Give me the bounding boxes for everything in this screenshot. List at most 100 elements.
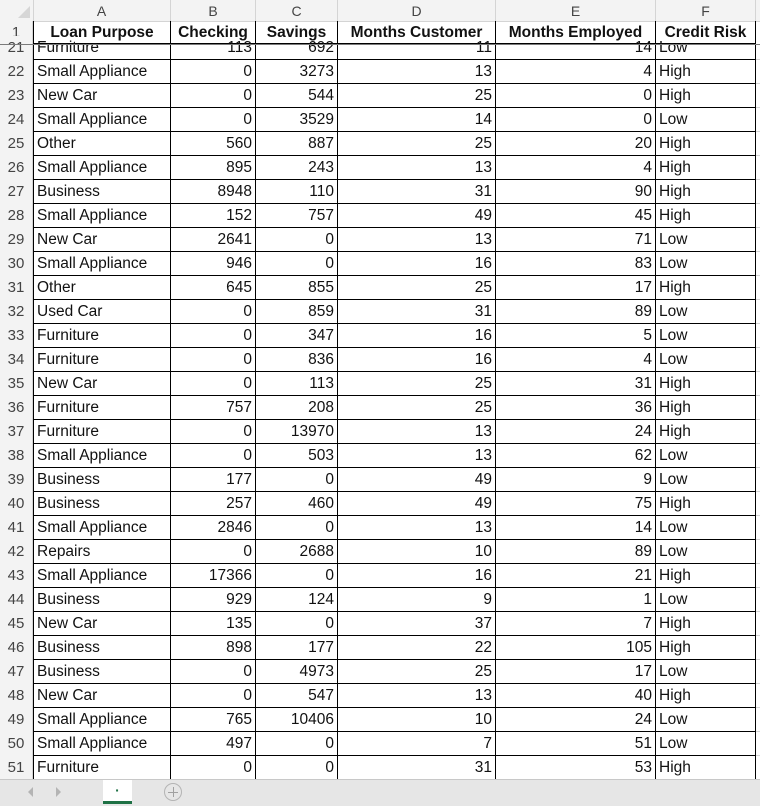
row-header[interactable]: 34 [0,348,33,372]
cell-savings[interactable]: 859 [256,300,338,324]
cell-loan-purpose[interactable]: Business [33,588,171,612]
cell-checking[interactable]: 0 [171,60,256,84]
row-header[interactable]: 21 [0,36,33,60]
cell-savings[interactable]: 757 [256,204,338,228]
cell-months-employed[interactable]: 9 [496,468,656,492]
cell-loan-purpose[interactable]: Business [33,468,171,492]
cell-loan-purpose[interactable]: Business [33,180,171,204]
cell-savings[interactable]: 544 [256,84,338,108]
cell-savings[interactable]: 4973 [256,660,338,684]
row-header[interactable]: 36 [0,396,33,420]
cell-credit-risk[interactable]: Low [656,228,756,252]
cell-months-customer[interactable]: 37 [338,612,496,636]
cell-checking[interactable]: 0 [171,660,256,684]
add-sheet-icon[interactable] [164,783,182,801]
cell-checking[interactable]: 257 [171,492,256,516]
cell-checking[interactable]: 0 [171,84,256,108]
cell-months-employed[interactable]: 31 [496,372,656,396]
cell-credit-risk[interactable]: Low [656,348,756,372]
cell-checking[interactable]: 929 [171,588,256,612]
cell-checking[interactable]: 0 [171,324,256,348]
cell-credit-risk[interactable]: Low [656,468,756,492]
cell-loan-purpose[interactable]: Small Appliance [33,516,171,540]
cell-loan-purpose[interactable]: New Car [33,372,171,396]
cell-months-customer[interactable]: 49 [338,468,496,492]
cell-months-employed[interactable]: 20 [496,132,656,156]
cell-checking[interactable]: 0 [171,756,256,779]
cell-savings[interactable]: 208 [256,396,338,420]
row-header[interactable]: 41 [0,516,33,540]
cell-credit-risk[interactable]: High [656,60,756,84]
previous-sheet-icon[interactable] [28,787,33,797]
cell-credit-risk[interactable]: High [656,372,756,396]
cell-savings[interactable]: 547 [256,684,338,708]
cell-checking[interactable]: 765 [171,708,256,732]
row-header[interactable]: 46 [0,636,33,660]
row-header[interactable]: 50 [0,732,33,756]
row-header[interactable]: 44 [0,588,33,612]
cell-months-customer[interactable]: 49 [338,492,496,516]
cell-months-customer[interactable]: 13 [338,444,496,468]
cell-credit-risk[interactable]: Low [656,444,756,468]
cell-credit-risk[interactable]: High [656,276,756,300]
row-header[interactable]: 24 [0,108,33,132]
row-header[interactable]: 26 [0,156,33,180]
sheet-tab[interactable]: · [103,780,132,804]
cell-months-customer[interactable]: 13 [338,420,496,444]
cell-checking[interactable]: 0 [171,372,256,396]
cell-months-customer[interactable]: 16 [338,564,496,588]
cell-months-employed[interactable]: 89 [496,540,656,564]
cell-months-employed[interactable]: 17 [496,660,656,684]
next-sheet-icon[interactable] [56,787,61,797]
cell-months-employed[interactable]: 17 [496,276,656,300]
cell-savings[interactable]: 10406 [256,708,338,732]
cell-months-employed[interactable]: 14 [496,516,656,540]
cell-loan-purpose[interactable]: Small Appliance [33,564,171,588]
cell-checking[interactable]: 0 [171,300,256,324]
cell-months-customer[interactable]: 31 [338,300,496,324]
row-header[interactable]: 22 [0,60,33,84]
row-header[interactable]: 38 [0,444,33,468]
cell-months-employed[interactable]: 24 [496,420,656,444]
cell-checking[interactable]: 0 [171,444,256,468]
cell-months-customer[interactable]: 16 [338,324,496,348]
cell-loan-purpose[interactable]: Small Appliance [33,204,171,228]
column-header-c[interactable]: C [256,0,338,21]
cell-months-customer[interactable]: 25 [338,396,496,420]
row-header[interactable]: 43 [0,564,33,588]
cell-credit-risk[interactable]: High [656,492,756,516]
cell-loan-purpose[interactable]: Small Appliance [33,108,171,132]
cell-credit-risk[interactable]: High [656,564,756,588]
cell-loan-purpose[interactable]: Furniture [33,36,171,60]
cell-months-employed[interactable]: 21 [496,564,656,588]
row-header[interactable]: 40 [0,492,33,516]
cell-months-customer[interactable]: 16 [338,348,496,372]
cell-savings[interactable]: 460 [256,492,338,516]
column-header-e[interactable]: E [496,0,656,21]
cell-savings[interactable]: 113 [256,372,338,396]
cell-checking[interactable]: 757 [171,396,256,420]
cell-months-customer[interactable]: 14 [338,108,496,132]
cell-loan-purpose[interactable]: Repairs [33,540,171,564]
row-header[interactable]: 35 [0,372,33,396]
cell-loan-purpose[interactable]: Small Appliance [33,252,171,276]
row-header[interactable]: 42 [0,540,33,564]
cell-checking[interactable]: 8948 [171,180,256,204]
cell-credit-risk[interactable]: High [656,684,756,708]
cell-checking[interactable]: 135 [171,612,256,636]
cell-checking[interactable]: 898 [171,636,256,660]
row-header[interactable]: 51 [0,756,33,779]
cell-loan-purpose[interactable]: Other [33,276,171,300]
cell-loan-purpose[interactable]: Small Appliance [33,156,171,180]
cell-savings[interactable]: 177 [256,636,338,660]
cell-months-customer[interactable]: 25 [338,276,496,300]
cell-months-customer[interactable]: 13 [338,684,496,708]
row-header[interactable]: 45 [0,612,33,636]
cell-months-customer[interactable]: 25 [338,660,496,684]
cell-loan-purpose[interactable]: Furniture [33,396,171,420]
cell-checking[interactable]: 0 [171,684,256,708]
cell-credit-risk[interactable]: High [656,612,756,636]
cell-savings[interactable]: 0 [256,228,338,252]
cell-savings[interactable]: 692 [256,36,338,60]
cell-credit-risk[interactable]: High [656,132,756,156]
